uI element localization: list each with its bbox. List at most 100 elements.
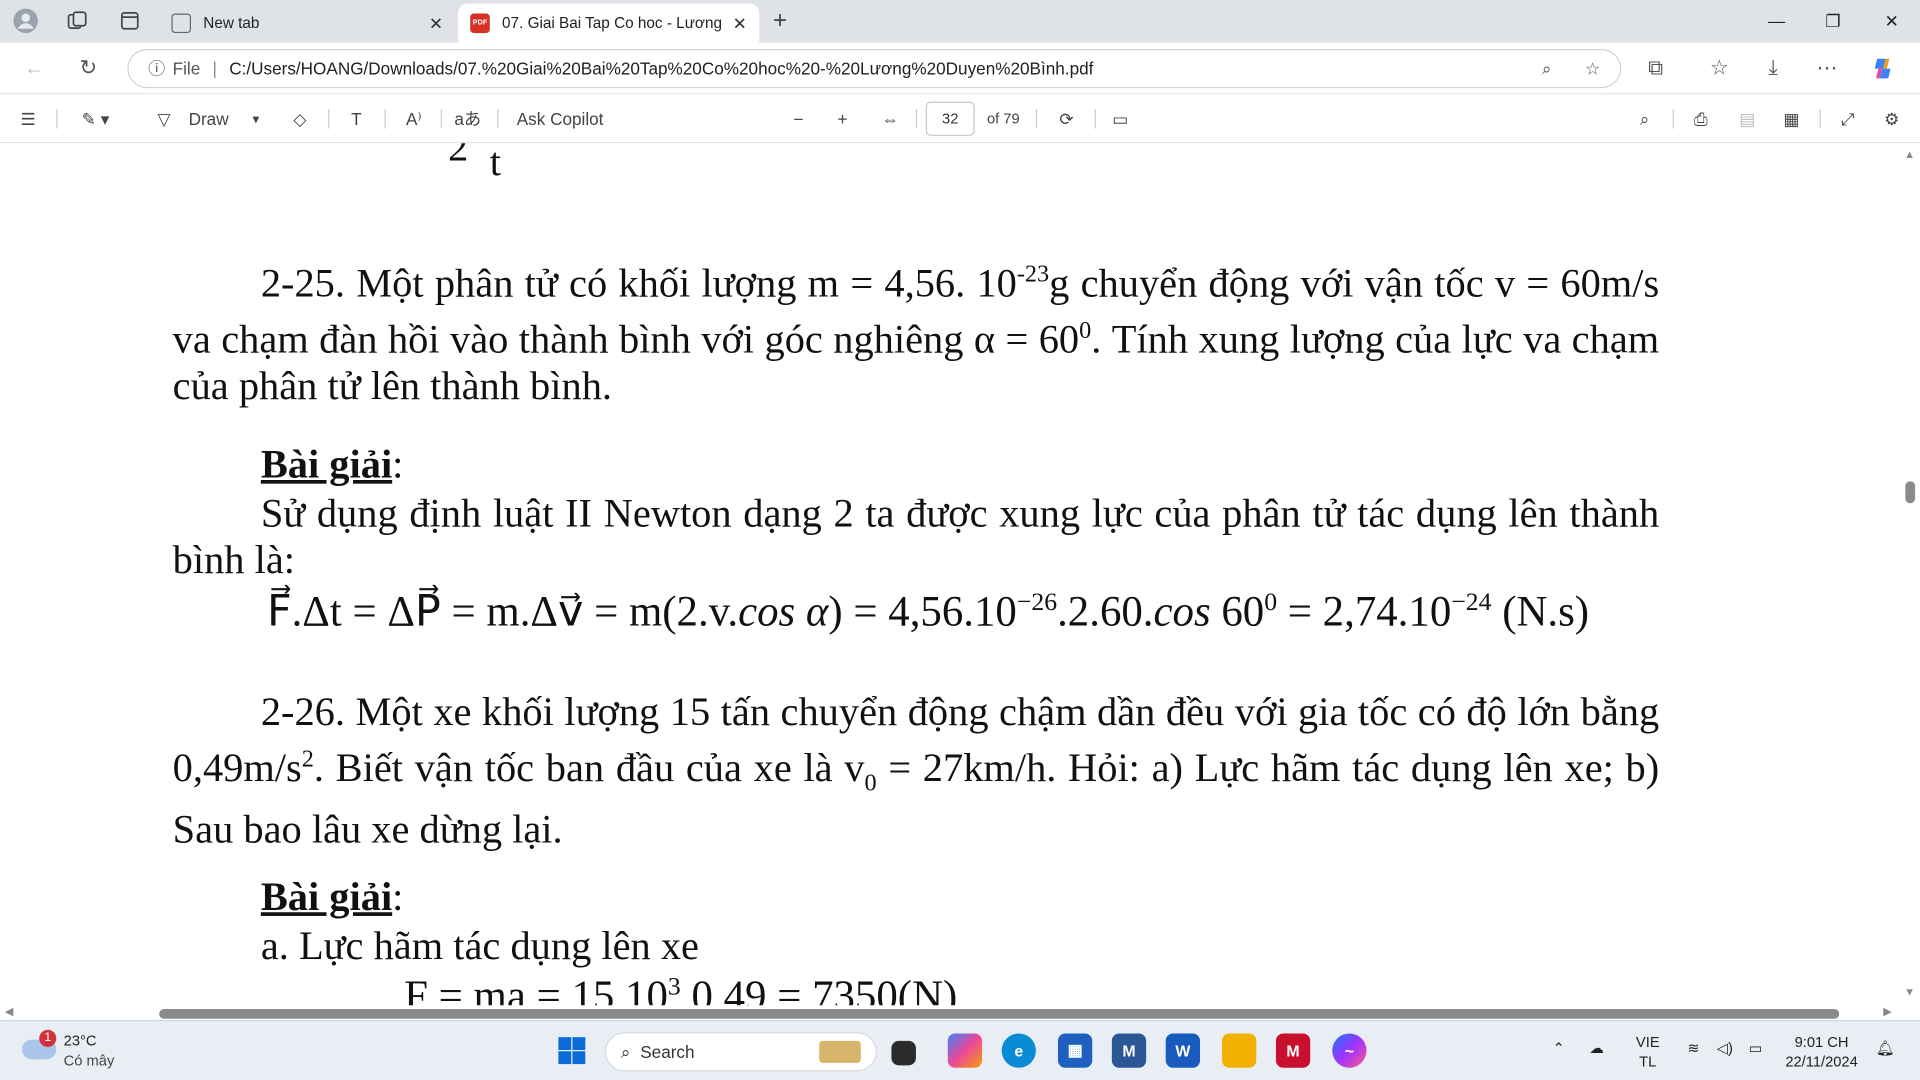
- divider: [440, 108, 443, 129]
- weather-temp: 23°C: [63, 1032, 97, 1050]
- scroll-down-icon[interactable]: ▼: [1904, 986, 1915, 998]
- task-view-icon[interactable]: [891, 1040, 916, 1066]
- zoom-in-icon[interactable]: +: [830, 104, 854, 133]
- battery-icon[interactable]: ▭: [1749, 1038, 1763, 1058]
- eraser-icon[interactable]: ◇: [287, 104, 314, 133]
- notifications-bell-icon[interactable]: 🔔︎: [1876, 1038, 1895, 1058]
- close-tab-icon[interactable]: ✕: [429, 13, 443, 34]
- chevron-down-icon[interactable]: ▾: [247, 104, 264, 133]
- zoom-out-icon[interactable]: −: [786, 104, 810, 133]
- url-separator: |: [212, 58, 217, 79]
- onedrive-icon[interactable]: ☁: [1589, 1038, 1604, 1058]
- copilot-app-icon[interactable]: [947, 1033, 983, 1068]
- read-aloud-icon[interactable]: A⁾: [399, 104, 428, 133]
- windows-taskbar: 1 23°C Có mây ⌕ Search e ▦ M W M ~ ⌃ ☁ V…: [0, 1020, 1920, 1080]
- refresh-icon[interactable]: ↻: [73, 54, 102, 83]
- start-windows-icon[interactable]: [557, 1036, 586, 1065]
- show-hidden-icons-chevron-icon[interactable]: ⌃: [1553, 1038, 1565, 1058]
- pdf-toolbar: ☰ ✎ ▾ ▽ Draw ▾ ◇ T A⁾ aあ Ask Copilot − +…: [0, 94, 1920, 144]
- search-highlight-icon: [819, 1040, 861, 1063]
- browser-tab-bar: New tab ✕ PDF 07. Giai Bai Tap Co hoc - …: [0, 0, 1920, 43]
- weather-desc: Có mây: [63, 1051, 115, 1069]
- restore-icon[interactable]: ❐: [1815, 7, 1852, 34]
- settings-gear-icon[interactable]: ⚙: [1878, 104, 1905, 133]
- fit-width-icon[interactable]: ⇔: [877, 104, 904, 133]
- clock[interactable]: 9:01 CH 22/11/2024: [1785, 1032, 1857, 1071]
- workspaces-icon[interactable]: [64, 7, 91, 34]
- tab-actions-icon[interactable]: [116, 7, 143, 34]
- page-view-icon[interactable]: ▭: [1107, 104, 1134, 133]
- tab-label: 07. Giai Bai Tap Co hoc - Lương D: [502, 14, 723, 32]
- problem-2-25: 2-25. Một phân tử có khối lượng m = 4,56…: [172, 260, 1660, 409]
- contents-list-icon[interactable]: ☰: [15, 104, 42, 133]
- divider: [384, 108, 386, 129]
- fullscreen-icon[interactable]: ⤢: [1834, 104, 1861, 133]
- back-arrow-icon[interactable]: ←: [20, 54, 49, 83]
- address-toolbar: ← ↻ ⓘ File | C:/Users/HOANG/Downloads/07…: [0, 42, 1920, 95]
- tab-new-tab[interactable]: New tab ✕: [159, 4, 455, 43]
- volume-icon[interactable]: ◁): [1717, 1038, 1733, 1058]
- more-menu-icon[interactable]: ⋯: [1812, 54, 1841, 83]
- file-explorer-icon[interactable]: [1222, 1033, 1257, 1068]
- minimize-icon[interactable]: —: [1758, 7, 1795, 34]
- address-bar[interactable]: ⓘ File | C:/Users/HOANG/Downloads/07.%20…: [127, 48, 1622, 89]
- divider: [497, 108, 499, 129]
- new-tab-plus-icon[interactable]: +: [767, 7, 794, 34]
- messenger-icon[interactable]: ~: [1332, 1033, 1367, 1068]
- vertical-scroll-thumb[interactable]: [1905, 481, 1916, 504]
- favorite-star-icon[interactable]: ☆: [1585, 58, 1600, 79]
- wifi-icon[interactable]: ≋: [1687, 1038, 1699, 1058]
- microsoft-store-icon[interactable]: ▦: [1057, 1033, 1093, 1068]
- horizontal-scrollbar[interactable]: ◀ ▶: [0, 1005, 1901, 1021]
- problem-2-26: 2-26. Một xe khối lượng 15 tấn chuyển độ…: [172, 690, 1660, 852]
- search-icon[interactable]: ⌕: [1631, 104, 1658, 133]
- solution-1-text: Sử dụng định luật II Newton dạng 2 ta đư…: [172, 492, 1660, 583]
- profile-avatar-icon[interactable]: [12, 7, 39, 34]
- word-icon[interactable]: W: [1165, 1033, 1201, 1068]
- teams-icon[interactable]: M: [1111, 1033, 1147, 1068]
- page-total-label: of 79: [986, 110, 1020, 128]
- save-icon[interactable]: ▤: [1734, 104, 1761, 133]
- horizontal-scroll-thumb[interactable]: [159, 1008, 1840, 1019]
- extensions-icon[interactable]: ⧉: [1641, 54, 1670, 83]
- info-icon[interactable]: ⓘ: [148, 56, 165, 80]
- downloads-icon[interactable]: ⤓: [1758, 54, 1787, 83]
- taskbar-search-box[interactable]: ⌕ Search: [604, 1032, 877, 1072]
- solution-heading-2: Bài giải:: [260, 875, 404, 920]
- highlight-icon[interactable]: ✎ ▾: [69, 104, 123, 133]
- save-as-icon[interactable]: ▦: [1778, 104, 1805, 133]
- ask-copilot-button[interactable]: Ask Copilot: [517, 104, 604, 133]
- scroll-up-icon[interactable]: ▲: [1904, 148, 1915, 160]
- equation-2: F = ma = 15.103.0,49 = 7350(N): [404, 971, 958, 1006]
- language-indicator[interactable]: VIE TL: [1636, 1032, 1660, 1071]
- solution-2-text: a. Lực hãm tác dụng lên xe: [260, 924, 699, 969]
- draw-button[interactable]: Draw: [189, 104, 229, 133]
- close-window-icon[interactable]: ✕: [1873, 7, 1910, 34]
- solution-heading-1: Bài giải:: [260, 443, 404, 488]
- url-text[interactable]: C:/Users/HOANG/Downloads/07.%20Giai%20Ba…: [229, 59, 1093, 79]
- copilot-icon[interactable]: [1869, 54, 1898, 83]
- divider: [1819, 108, 1821, 129]
- search-label: Search: [640, 1042, 695, 1062]
- rotate-icon[interactable]: ⟳: [1053, 104, 1080, 133]
- divider: [328, 108, 330, 129]
- scroll-right-icon[interactable]: ▶: [1883, 1005, 1891, 1018]
- edge-browser-icon[interactable]: e: [1001, 1033, 1036, 1068]
- pdf-page-content: 2 t 2-25. Một phân tử có khối lượng m = …: [0, 143, 1901, 1006]
- tab-label: New tab: [203, 14, 260, 32]
- tab-pdf-document[interactable]: PDF 07. Giai Bai Tap Co hoc - Lương D ✕: [457, 3, 760, 43]
- favorites-icon[interactable]: ☆: [1705, 54, 1734, 83]
- zoom-icon[interactable]: ⌕: [1542, 58, 1552, 79]
- scroll-left-icon[interactable]: ◀: [5, 1005, 13, 1018]
- page-number-input[interactable]: 32: [925, 101, 975, 136]
- vertical-scrollbar[interactable]: ▲ ▼: [1900, 143, 1920, 1006]
- pdf-file-icon: PDF: [470, 13, 490, 34]
- search-icon: ⌕: [620, 1041, 631, 1062]
- translate-icon[interactable]: aあ: [453, 104, 482, 133]
- draw-icon[interactable]: ▽: [152, 104, 176, 133]
- mcafee-icon[interactable]: M: [1275, 1033, 1311, 1068]
- close-tab-icon[interactable]: ✕: [733, 13, 747, 34]
- text-box-icon[interactable]: T: [343, 104, 370, 133]
- print-icon[interactable]: ⎙: [1687, 104, 1714, 133]
- weather-widget[interactable]: 1 23°C Có mây: [22, 1029, 169, 1074]
